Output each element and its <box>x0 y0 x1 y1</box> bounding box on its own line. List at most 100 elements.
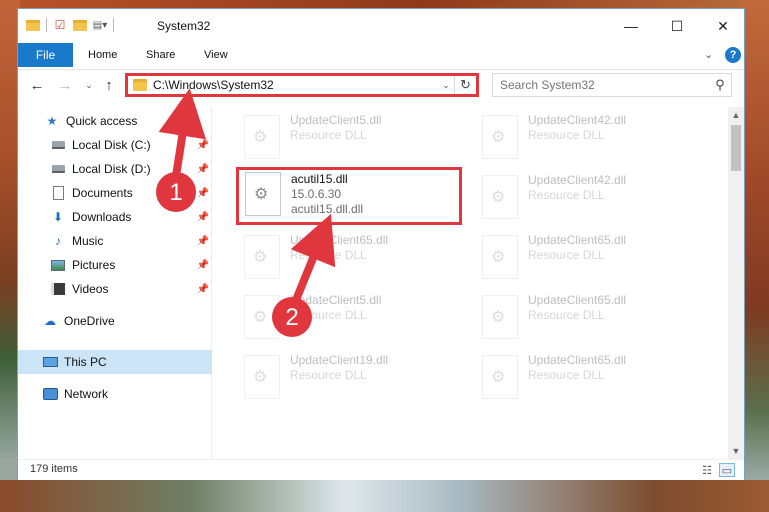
sidebar-item-this-pc[interactable]: This PC <box>18 350 212 374</box>
pin-icon[interactable]: 📌 <box>197 212 209 223</box>
dll-file-icon <box>245 172 281 216</box>
recent-locations-button[interactable]: ⌄ <box>80 75 98 95</box>
title-bar: ☑ ▤▾ System32 — ☐ ✕ <box>18 9 744 43</box>
file-type: Resource DLL <box>528 248 605 262</box>
pin-icon[interactable]: 📌 <box>197 236 209 247</box>
close-button[interactable]: ✕ <box>700 9 746 43</box>
minimize-button[interactable]: — <box>608 9 654 43</box>
file-name: UpdateClient5.dll <box>290 293 382 307</box>
pin-icon[interactable]: 📌 <box>197 284 209 295</box>
scrollbar-thumb[interactable] <box>731 125 741 171</box>
divider <box>46 18 47 32</box>
videos-icon <box>50 281 66 297</box>
dll-file-icon <box>482 115 518 159</box>
customize-toolbar-icon[interactable]: ▤▾ <box>93 18 107 32</box>
file-list: UpdateClient5.dll Resource DLL acutil15.… <box>214 107 726 459</box>
sidebar-item-label: Network <box>64 387 109 401</box>
properties-icon[interactable]: ☑ <box>53 18 67 32</box>
pictures-icon <box>50 257 66 273</box>
tab-share[interactable]: Share <box>146 43 175 67</box>
sidebar-item-downloads[interactable]: ⬇ Downloads 📌 <box>18 205 212 229</box>
onedrive-icon: ☁ <box>44 314 56 328</box>
file-name: UpdateClient65.dll <box>290 233 389 247</box>
ribbon-tabs: File Home Share View ⌄ ? <box>18 43 744 67</box>
sidebar-item-videos[interactable]: Videos 📌 <box>18 277 212 301</box>
sidebar-item-onedrive[interactable]: ☁ OneDrive <box>18 309 212 333</box>
file-tile[interactable]: UpdateClient42.dll Resource DLL <box>476 111 706 167</box>
pin-icon[interactable]: 📌 <box>197 260 209 271</box>
tab-file[interactable]: File <box>18 43 73 67</box>
tab-view[interactable]: View <box>204 43 228 67</box>
sidebar-item-label: OneDrive <box>64 314 115 328</box>
navigation-bar: ← → ⌄ ↑ C:\Windows\System32 ⌄ ↻ ⚲ <box>18 69 744 99</box>
file-tile[interactable]: UpdateClient65.dll Resource DLL <box>476 231 706 287</box>
maximize-button[interactable]: ☐ <box>654 9 700 43</box>
expand-ribbon-icon[interactable]: ⌄ <box>704 48 713 61</box>
sidebar-item-label: Videos <box>72 282 109 296</box>
sidebar-item-quick-access[interactable]: ★ Quick access <box>18 109 212 133</box>
pin-icon[interactable]: 📌 <box>197 188 209 199</box>
sidebar-item-label: Music <box>72 234 104 248</box>
file-type: Resource DLL <box>528 368 605 382</box>
up-button[interactable]: ↑ <box>100 75 118 95</box>
file-name: acutil15.dll <box>291 172 348 186</box>
forward-button[interactable]: → <box>56 75 74 95</box>
scroll-down-icon[interactable]: ▼ <box>728 443 744 459</box>
file-tile[interactable]: UpdateClient65.dll Resource DLL <box>476 291 706 347</box>
refresh-icon[interactable]: ↻ <box>454 76 476 94</box>
quick-access-toolbar: ☑ ▤▾ <box>26 18 114 32</box>
vertical-scrollbar[interactable]: ▲ ▼ <box>728 107 744 459</box>
dll-file-icon <box>482 235 518 279</box>
sidebar-item-network[interactable]: Network <box>18 382 212 406</box>
window-title: System32 <box>157 19 211 33</box>
address-bar[interactable]: C:\Windows\System32 ⌄ ↻ <box>125 73 479 97</box>
sidebar-item-music[interactable]: ♪ Music 📌 <box>18 229 212 253</box>
tab-home[interactable]: Home <box>88 43 117 67</box>
music-icon: ♪ <box>55 234 61 248</box>
disk-icon <box>50 137 66 153</box>
file-tile[interactable]: UpdateClient65.dll Resource DLL <box>476 351 706 407</box>
search-icon[interactable]: ⚲ <box>709 77 731 93</box>
search-box[interactable]: ⚲ <box>492 73 732 97</box>
file-tile[interactable]: UpdateClient5.dll Resource DLL <box>238 291 468 347</box>
status-bar: 179 items ☷ ▭ <box>18 459 744 480</box>
pin-icon[interactable]: 📌 <box>197 140 209 151</box>
sidebar-item-local-disk-d[interactable]: Local Disk (D:) 📌 <box>18 157 212 181</box>
back-button[interactable]: ← <box>28 75 46 95</box>
file-tile[interactable]: UpdateClient19.dll Resource DLL <box>238 351 468 407</box>
file-tile[interactable]: UpdateClient65.dll Resource DLL <box>238 231 468 287</box>
sidebar-item-label: Downloads <box>72 210 132 224</box>
file-type: Resource DLL <box>528 188 605 202</box>
file-type: Resource DLL <box>290 128 367 142</box>
address-dropdown-icon[interactable]: ⌄ <box>438 80 454 91</box>
address-path[interactable]: C:\Windows\System32 <box>153 78 438 92</box>
sidebar-item-label: Documents <box>72 186 133 200</box>
details-view-icon[interactable]: ☷ <box>699 463 715 477</box>
file-tile[interactable]: UpdateClient5.dll Resource DLL <box>238 111 468 167</box>
search-input[interactable] <box>500 78 709 92</box>
sidebar-item-documents[interactable]: Documents 📌 <box>18 181 212 205</box>
file-tile[interactable]: UpdateClient42.dll Resource DLL <box>476 171 706 227</box>
network-icon <box>42 386 58 402</box>
new-folder-icon[interactable] <box>73 18 87 32</box>
dll-file-icon <box>244 235 280 279</box>
dll-file-icon <box>244 115 280 159</box>
scroll-up-icon[interactable]: ▲ <box>728 107 744 123</box>
sidebar-item-pictures[interactable]: Pictures 📌 <box>18 253 212 277</box>
file-type: Resource DLL <box>290 248 367 262</box>
pin-icon[interactable]: 📌 <box>197 164 209 175</box>
file-tile-acutil15[interactable]: acutil15.dll 15.0.6.30 acutil15.dll.dll <box>236 167 462 225</box>
file-type: Resource DLL <box>528 308 605 322</box>
file-name: UpdateClient65.dll <box>528 233 627 247</box>
file-type: Resource DLL <box>528 128 605 142</box>
folder-icon <box>26 18 40 32</box>
help-icon[interactable]: ? <box>725 47 741 63</box>
navigation-pane: ★ Quick access Local Disk (C:) 📌 Local D… <box>18 107 212 459</box>
sidebar-item-local-disk-c[interactable]: Local Disk (C:) 📌 <box>18 133 212 157</box>
sidebar-item-label: Local Disk (D:) <box>72 162 151 176</box>
tiles-view-icon[interactable]: ▭ <box>719 463 735 477</box>
item-count: 179 items <box>30 463 78 475</box>
file-description: acutil15.dll.dll <box>291 202 364 216</box>
explorer-window: ☑ ▤▾ System32 — ☐ ✕ File Home Share View… <box>17 8 745 480</box>
sidebar-item-label: Pictures <box>72 258 116 272</box>
